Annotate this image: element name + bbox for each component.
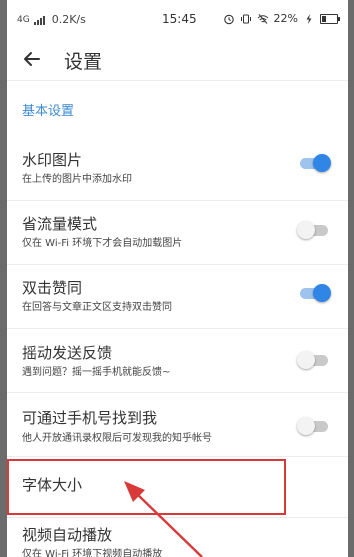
section-header-basic-settings: 基本设置 xyxy=(22,104,75,119)
status-bar: 4G 0.2K/s 15:45 22% xyxy=(7,0,348,38)
vibrate-icon xyxy=(240,14,251,23)
setting-title: 双击赞同 xyxy=(22,279,83,297)
setting-title: 视频自动播放 xyxy=(22,526,113,544)
double-tap-upvote-toggle[interactable] xyxy=(300,284,331,302)
status-time: 15:45 xyxy=(162,12,197,26)
signal-icon xyxy=(33,15,48,25)
data-saver-toggle[interactable] xyxy=(297,221,328,239)
status-left: 4G 0.2K/s xyxy=(17,13,86,26)
watermark-toggle[interactable] xyxy=(300,154,331,172)
alarm-icon xyxy=(223,14,234,24)
setting-subtitle: 在回答与文章正文区支持双击赞同 xyxy=(22,302,172,313)
setting-row-data-saver[interactable]: 省流量模式 仅在 Wi-Fi 环境下才会自动加载图片 xyxy=(7,200,348,265)
setting-row-watermark[interactable]: 水印图片 在上传的图片中添加水印 xyxy=(7,136,348,200)
setting-row-find-by-phone[interactable]: 可通过手机号找到我 他人开放通讯录权限后可发现我的知乎帐号 xyxy=(7,392,348,457)
network-type: 4G xyxy=(17,14,30,25)
battery-percent: 22% xyxy=(273,12,298,25)
setting-row-shake-feedback[interactable]: 摇动发送反馈 遇到问题？摇一摇手机就能反馈~ xyxy=(7,328,348,393)
setting-title: 水印图片 xyxy=(22,151,83,169)
setting-subtitle: 在上传的图片中添加水印 xyxy=(22,174,132,185)
setting-title: 可通过手机号找到我 xyxy=(22,409,158,427)
network-speed: 0.2K/s xyxy=(51,13,86,26)
battery-icon xyxy=(320,13,340,24)
screenshot-frame: 4G 0.2K/s 15:45 22% 设置 基本设置 水印图片 在上传的图片中… xyxy=(0,0,354,557)
find-by-phone-toggle[interactable] xyxy=(297,417,328,435)
setting-subtitle: 仅在 Wi-Fi 环境下才会自动加载图片 xyxy=(22,238,183,249)
setting-subtitle: 仅在 Wi-Fi 环境下视频自动播放 xyxy=(22,549,163,557)
setting-subtitle: 遇到问题？摇一摇手机就能反馈~ xyxy=(22,367,171,378)
status-right: 22% xyxy=(223,12,340,25)
charging-icon xyxy=(306,13,312,24)
annotation-highlight-box xyxy=(7,459,286,515)
app-bar: 设置 xyxy=(7,38,348,81)
setting-subtitle: 他人开放通讯录权限后可发现我的知乎帐号 xyxy=(22,433,212,444)
wifi-off-icon xyxy=(257,13,268,24)
setting-row-video-autoplay[interactable]: 视频自动播放 仅在 Wi-Fi 环境下视频自动播放 xyxy=(7,517,348,557)
back-arrow-icon[interactable] xyxy=(21,48,43,70)
shake-feedback-toggle[interactable] xyxy=(297,351,328,369)
page-title: 设置 xyxy=(64,51,103,73)
setting-title: 摇动发送反馈 xyxy=(22,344,113,362)
setting-title: 省流量模式 xyxy=(22,215,98,233)
setting-row-double-tap-upvote[interactable]: 双击赞同 在回答与文章正文区支持双击赞同 xyxy=(7,264,348,329)
